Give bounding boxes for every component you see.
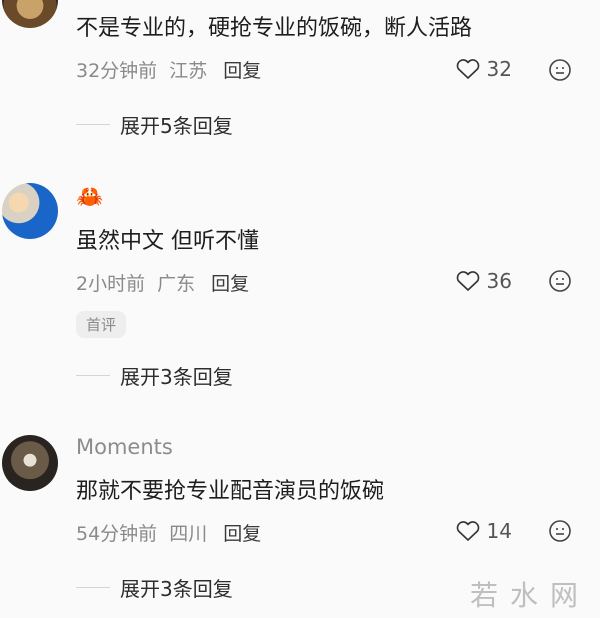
expand-replies-label: 展开3条回复 [120, 365, 233, 389]
divider-line [76, 124, 110, 125]
comment-location: 江苏 [169, 60, 208, 82]
like-count: 36 [486, 269, 512, 293]
comment-time: 32分钟前 [76, 60, 158, 82]
reply-button[interactable]: 回复 [223, 56, 261, 83]
avatar[interactable] [2, 435, 58, 491]
divider-line [76, 587, 110, 588]
expand-replies-label: 展开5条回复 [120, 114, 233, 138]
smiley-icon [549, 520, 571, 542]
heart-icon [456, 59, 479, 79]
comment-location: 四川 [169, 523, 208, 545]
emoji-reaction-button[interactable] [548, 519, 572, 547]
watermark: 若水网 [469, 579, 590, 612]
expand-replies-button[interactable]: 展开5条回复 [76, 110, 233, 139]
expand-replies-button[interactable]: 展开3条回复 [76, 361, 233, 390]
avatar[interactable] [2, 183, 58, 239]
like-button[interactable]: 14 [455, 519, 512, 543]
comment-text: 虽然中文 但听不懂 [76, 229, 259, 254]
smiley-icon [549, 59, 571, 81]
smiley-icon [549, 270, 571, 292]
divider-line [76, 375, 110, 376]
like-button[interactable]: 36 [455, 269, 512, 293]
like-button[interactable]: 32 [455, 57, 512, 81]
like-count: 32 [486, 57, 512, 81]
emoji-reaction-button[interactable] [548, 58, 572, 86]
comment-time: 54分钟前 [76, 523, 158, 545]
comment-username[interactable]: Moments [76, 435, 580, 459]
comment-text: 不是专业的，硬抢专业的饭碗，断人活路 [76, 16, 473, 41]
reply-button[interactable]: 回复 [223, 519, 261, 546]
like-count: 14 [486, 519, 512, 543]
heart-icon [456, 521, 479, 541]
comment-text: 那就不要抢专业配音演员的饭碗 [76, 479, 385, 504]
avatar[interactable] [2, 0, 58, 28]
expand-replies-label: 展开3条回复 [120, 577, 233, 601]
comment-time: 2小时前 [76, 273, 146, 295]
first-comment-badge: 首评 [76, 311, 127, 338]
username-emoji: 🦀 [76, 185, 104, 210]
heart-icon [456, 271, 479, 291]
expand-replies-button[interactable]: 展开3条回复 [76, 573, 233, 602]
emoji-reaction-button[interactable] [548, 269, 572, 297]
comment-location: 广东 [157, 273, 196, 295]
reply-button[interactable]: 回复 [211, 269, 249, 296]
